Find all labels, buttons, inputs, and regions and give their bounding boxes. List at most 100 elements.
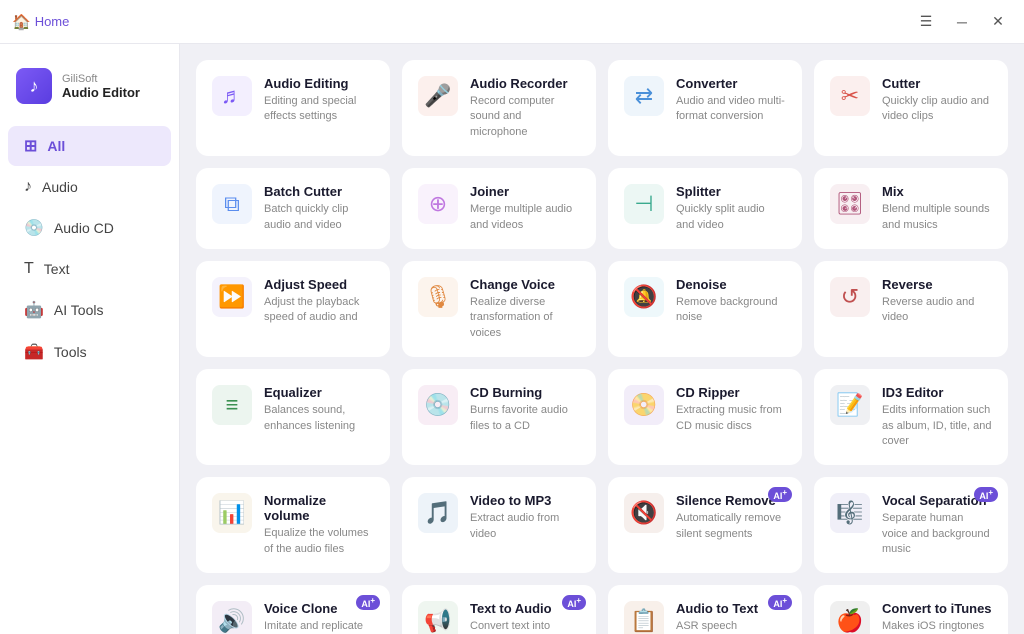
card-icon-change-voice: 🎙 (418, 277, 458, 317)
sidebar-item-audio-cd-label: Audio CD (54, 220, 114, 236)
close-button[interactable]: ✕ (984, 8, 1012, 36)
card-equalizer[interactable]: ≡ Equalizer Balances sound, enhances lis… (196, 369, 390, 465)
card-splitter[interactable]: ⊣ Splitter Quickly split audio and video (608, 168, 802, 249)
card-adjust-speed[interactable]: ⏩ Adjust Speed Adjust the playback speed… (196, 261, 390, 357)
brand-name: GiliSoft (62, 73, 140, 85)
sidebar-item-ai-tools-label: AI Tools (54, 302, 104, 318)
card-denoise[interactable]: 🔕 Denoise Remove background noise (608, 261, 802, 357)
card-text-cd-ripper: CD Ripper Extracting music from CD music… (676, 385, 786, 434)
card-normalize-volume[interactable]: 📊 Normalize volume Equalize the volumes … (196, 477, 390, 573)
card-icon-id3-editor: 📝 (830, 385, 870, 425)
card-text-adjust-speed: Adjust Speed Adjust the playback speed o… (264, 277, 374, 326)
card-id3-editor[interactable]: 📝 ID3 Editor Edits information such as a… (814, 369, 1008, 465)
card-text-reverse: Reverse Reverse audio and video (882, 277, 992, 326)
card-title-normalize-volume: Normalize volume (264, 493, 374, 523)
sidebar-item-audio-cd[interactable]: 💿 Audio CD (8, 208, 171, 248)
card-title-equalizer: Equalizer (264, 385, 374, 400)
card-mix[interactable]: 🎛 Mix Blend multiple sounds and musics (814, 168, 1008, 249)
card-audio-to-text[interactable]: 📋 Audio to Text ASR speech recognition t… (608, 585, 802, 634)
app-body: ♪ GiliSoft Audio Editor ⊞ All ♪ Audio 💿 … (0, 44, 1024, 634)
card-icon-splitter: ⊣ (624, 184, 664, 224)
card-vocal-separation[interactable]: 🎼 Vocal Separation Separate human voice … (814, 477, 1008, 573)
card-text-change-voice: Change Voice Realize diverse transformat… (470, 277, 580, 341)
card-icon-denoise: 🔕 (624, 277, 664, 317)
feature-grid: ♬ Audio Editing Editing and special effe… (196, 60, 1008, 634)
sidebar-item-ai-tools[interactable]: 🤖 AI Tools (8, 290, 171, 330)
card-reverse[interactable]: ↺ Reverse Reverse audio and video (814, 261, 1008, 357)
card-desc-convert-to-itunes: Makes iOS ringtones and transfers them t… (882, 619, 992, 634)
card-convert-to-itunes[interactable]: 🍎 Convert to iTunes Makes iOS ringtones … (814, 585, 1008, 634)
card-icon-audio-to-text: 📋 (624, 601, 664, 634)
audio-cd-icon: 💿 (24, 218, 44, 238)
ai-badge-voice-clone: AI+ (356, 595, 380, 610)
card-desc-converter: Audio and video multi-format conversion (676, 94, 786, 125)
card-desc-cd-ripper: Extracting music from CD music discs (676, 403, 786, 434)
card-desc-reverse: Reverse audio and video (882, 295, 992, 326)
card-audio-editing[interactable]: ♬ Audio Editing Editing and special effe… (196, 60, 390, 156)
card-title-converter: Converter (676, 76, 786, 91)
card-title-cd-burning: CD Burning (470, 385, 580, 400)
card-text-audio-recorder: Audio Recorder Record computer sound and… (470, 76, 580, 140)
card-title-joiner: Joiner (470, 184, 580, 199)
card-desc-audio-editing: Editing and special effects settings (264, 94, 374, 125)
ai-badge-audio-to-text: AI+ (768, 595, 792, 610)
card-icon-adjust-speed: ⏩ (212, 277, 252, 317)
card-desc-video-to-mp3: Extract audio from video (470, 511, 580, 542)
ai-badge-silence-remove: AI+ (768, 487, 792, 502)
card-icon-silence-remove: 🔇 (624, 493, 664, 533)
card-desc-equalizer: Balances sound, enhances listening (264, 403, 374, 434)
card-video-to-mp3[interactable]: 🎵 Video to MP3 Extract audio from video (402, 477, 596, 573)
card-desc-audio-to-text: ASR speech recognition text (676, 619, 786, 634)
home-link[interactable]: 🏠 Home (12, 13, 69, 31)
card-text-to-audio[interactable]: 📢 Text to Audio Convert text into speech… (402, 585, 596, 634)
sidebar-item-audio[interactable]: ♪ Audio (8, 168, 171, 206)
minimize-button[interactable]: ─ (948, 8, 976, 36)
card-text-video-to-mp3: Video to MP3 Extract audio from video (470, 493, 580, 542)
card-icon-reverse: ↺ (830, 277, 870, 317)
card-title-cd-ripper: CD Ripper (676, 385, 786, 400)
sidebar-item-tools[interactable]: 🧰 Tools (8, 332, 171, 372)
app-logo: ♪ GiliSoft Audio Editor (0, 60, 179, 124)
tools-icon: 🧰 (24, 342, 44, 362)
card-converter[interactable]: ⇄ Converter Audio and video multi-format… (608, 60, 802, 156)
card-audio-recorder[interactable]: 🎤 Audio Recorder Record computer sound a… (402, 60, 596, 156)
card-text-joiner: Joiner Merge multiple audio and videos (470, 184, 580, 233)
card-text-cutter: Cutter Quickly clip audio and video clip… (882, 76, 992, 125)
sidebar-item-all[interactable]: ⊞ All (8, 126, 171, 166)
card-silence-remove[interactable]: 🔇 Silence Remove Automatically remove si… (608, 477, 802, 573)
card-joiner[interactable]: ⊕ Joiner Merge multiple audio and videos (402, 168, 596, 249)
audio-icon: ♪ (24, 178, 32, 196)
card-desc-voice-clone: Imitate and replicate the same voice. (264, 619, 374, 634)
card-cd-ripper[interactable]: 📀 CD Ripper Extracting music from CD mus… (608, 369, 802, 465)
home-icon: 🏠 (12, 13, 31, 31)
card-title-batch-cutter: Batch Cutter (264, 184, 374, 199)
card-cutter[interactable]: ✂ Cutter Quickly clip audio and video cl… (814, 60, 1008, 156)
card-desc-text-to-audio: Convert text into speech (470, 619, 580, 634)
card-icon-text-to-audio: 📢 (418, 601, 458, 634)
card-text-converter: Converter Audio and video multi-format c… (676, 76, 786, 125)
menu-button[interactable]: ☰ (912, 8, 940, 36)
card-desc-audio-recorder: Record computer sound and microphone (470, 94, 580, 140)
card-icon-audio-recorder: 🎤 (418, 76, 458, 116)
card-text-convert-to-itunes: Convert to iTunes Makes iOS ringtones an… (882, 601, 992, 634)
sidebar-item-text[interactable]: T Text (8, 250, 171, 288)
ai-badge-vocal-separation: AI+ (974, 487, 998, 502)
card-title-convert-to-itunes: Convert to iTunes (882, 601, 992, 616)
card-text-splitter: Splitter Quickly split audio and video (676, 184, 786, 233)
card-cd-burning[interactable]: 💿 CD Burning Burns favorite audio files … (402, 369, 596, 465)
text-icon: T (24, 260, 34, 278)
card-desc-cutter: Quickly clip audio and video clips (882, 94, 992, 125)
card-icon-batch-cutter: ⧉ (212, 184, 252, 224)
card-title-cutter: Cutter (882, 76, 992, 91)
card-desc-mix: Blend multiple sounds and musics (882, 202, 992, 233)
sidebar-item-audio-label: Audio (42, 179, 78, 195)
card-icon-normalize-volume: 📊 (212, 493, 252, 533)
card-desc-denoise: Remove background noise (676, 295, 786, 326)
sidebar-item-tools-label: Tools (54, 344, 87, 360)
card-icon-vocal-separation: 🎼 (830, 493, 870, 533)
card-title-audio-recorder: Audio Recorder (470, 76, 580, 91)
card-change-voice[interactable]: 🎙 Change Voice Realize diverse transform… (402, 261, 596, 357)
card-text-normalize-volume: Normalize volume Equalize the volumes of… (264, 493, 374, 557)
card-batch-cutter[interactable]: ⧉ Batch Cutter Batch quickly clip audio … (196, 168, 390, 249)
card-voice-clone[interactable]: 🔊 Voice Clone Imitate and replicate the … (196, 585, 390, 634)
